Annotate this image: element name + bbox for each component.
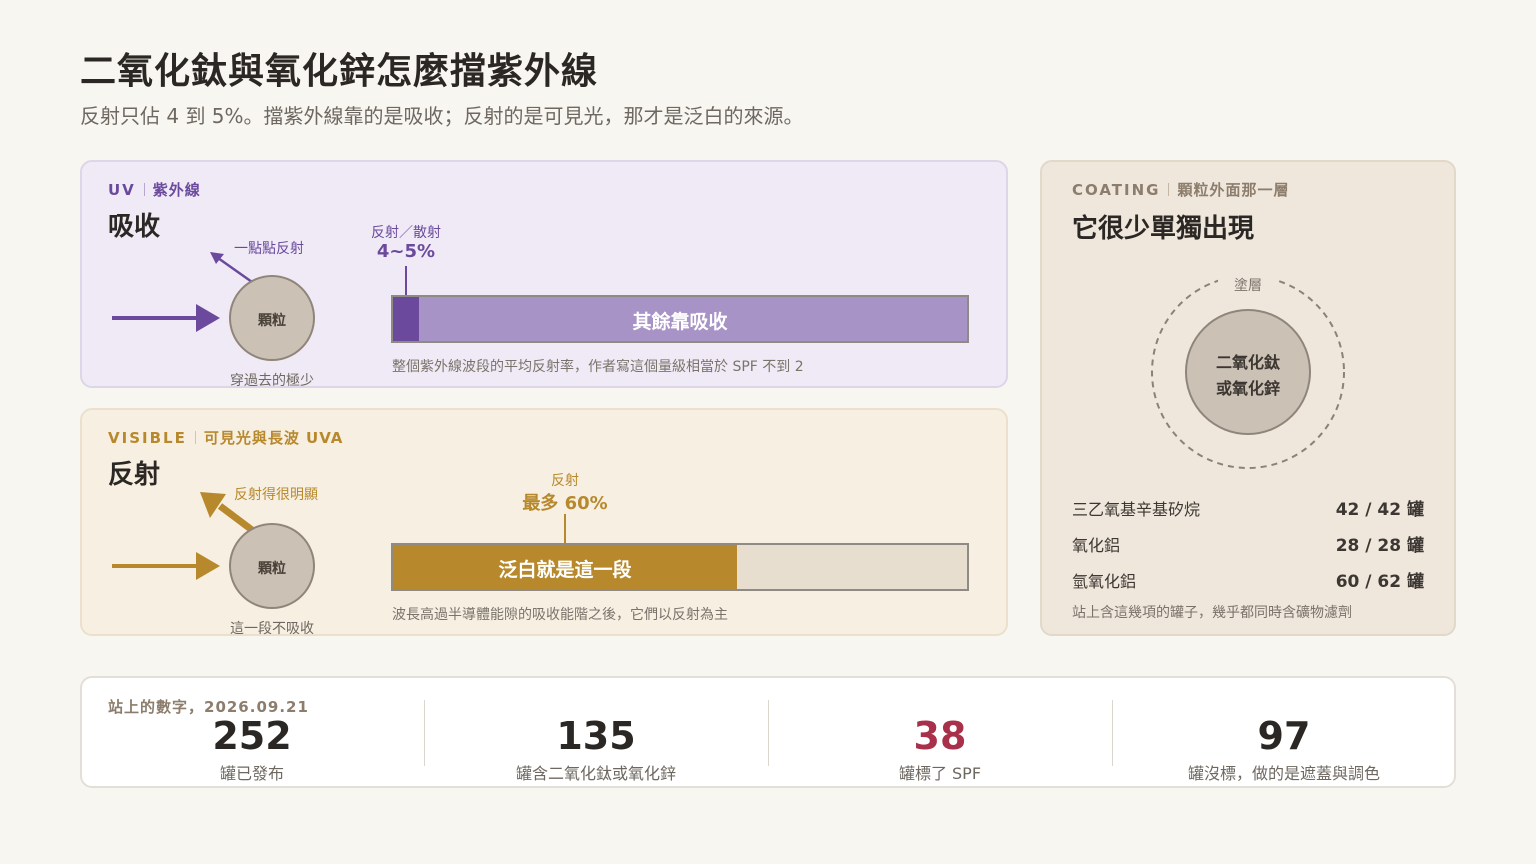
stat-divider — [768, 700, 769, 766]
coating-note: 站上含這幾項的罐子，幾乎都同時含礦物濾劑 — [1072, 605, 1352, 621]
coating-core-line2: 或氧化鋅 — [1215, 379, 1280, 398]
visible-marker-label: 反射 — [551, 473, 579, 489]
visible-reflect-label: 反射得很明顯 — [234, 487, 318, 503]
uv-note: 整個紫外線波段的平均反射率，作者寫這個量級相當於 SPF 不到 2 — [392, 359, 804, 375]
stat-label: 罐含二氧化鈦或氧化鋅 — [515, 764, 676, 783]
uv-reflect-arrow — [217, 256, 253, 284]
uv-eyebrow-label: UV — [108, 181, 136, 199]
stat-label: 罐已發布 — [219, 764, 284, 783]
uv-marker-label: 反射／散射 — [371, 225, 441, 241]
coating-shell-label: 塗層 — [1218, 275, 1278, 295]
coating-eyebrow: COATING 顆粒外面那一層 — [1072, 179, 1290, 200]
uv-through-label: 穿過去的極少 — [230, 373, 314, 389]
stat-value-highlight: 38 — [913, 714, 967, 758]
eyebrow-separator — [1168, 183, 1170, 196]
coating-eyebrow-sub: 顆粒外面那一層 — [1177, 181, 1290, 199]
uv-marker-line — [405, 266, 407, 296]
stat-value: 252 — [212, 714, 292, 758]
coating-heading: 它很少單獨出現 — [1072, 214, 1255, 244]
uv-eyebrow: UV 紫外線 — [108, 179, 201, 200]
uv-bar-label: 其餘靠吸收 — [632, 311, 728, 333]
uv-bar: 其餘靠吸收 — [391, 295, 969, 343]
stat-value: 135 — [556, 714, 636, 758]
eyebrow-separator — [143, 183, 145, 196]
visible-marker-line — [564, 514, 566, 544]
page-subtitle: 反射只佔 4 到 5%。擋紫外線靠的是吸收；反射的是可見光，那才是泛白的來源。 — [80, 104, 804, 128]
visible-eyebrow-sub: 可見光與長波 UVA — [203, 429, 344, 447]
coating-row-value: 28 / 28 罐 — [1335, 536, 1424, 556]
stat-divider — [424, 700, 425, 766]
visible-eyebrow: VISIBLE 可見光與長波 UVA — [108, 427, 343, 448]
uv-marker-value: 4~5% — [376, 241, 436, 262]
visible-marker-value: 最多 60% — [522, 493, 608, 514]
uv-eyebrow-sub: 紫外線 — [152, 181, 201, 199]
stat-label: 罐沒標，做的是遮蓋與調色 — [1187, 764, 1380, 783]
visible-note: 波長高過半導體能隙的吸收能階之後，它們以反射為主 — [392, 607, 728, 623]
visible-bar: 泛白就是這一段 — [391, 543, 969, 591]
visible-eyebrow-label: VISIBLE — [108, 429, 187, 447]
visible-heading: 反射 — [108, 460, 161, 490]
uv-reflect-label: 一點點反射 — [234, 241, 304, 257]
coating-row-name: 氧化鋁 — [1072, 536, 1121, 555]
visible-through-label: 這一段不吸收 — [230, 621, 314, 637]
coating-row-value: 42 / 42 罐 — [1335, 500, 1424, 520]
coating-eyebrow-label: COATING — [1072, 181, 1161, 199]
visible-reflect-arrow — [217, 503, 255, 533]
uv-particle-label: 顆粒 — [258, 313, 286, 329]
visible-particle-label: 顆粒 — [258, 561, 286, 577]
uv-incoming-arrowhead — [196, 304, 220, 332]
stat-label: 罐標了 SPF — [898, 764, 982, 783]
stat-divider — [1112, 700, 1113, 766]
visible-bar-label: 泛白就是這一段 — [498, 559, 632, 581]
coating-row-name: 三乙氧基辛基矽烷 — [1072, 500, 1201, 519]
eyebrow-separator — [194, 431, 196, 444]
stat-value: 97 — [1257, 714, 1311, 758]
coating-core-line1: 二氧化鈦 — [1215, 353, 1280, 372]
coating-row-name: 氫氧化鋁 — [1072, 572, 1137, 591]
coating-row-value: 60 / 62 罐 — [1335, 572, 1424, 592]
uv-heading: 吸收 — [108, 212, 161, 242]
page-title: 二氧化鈦與氧化鋅怎麼擋紫外線 — [80, 51, 599, 92]
visible-incoming-arrowhead — [196, 552, 220, 580]
